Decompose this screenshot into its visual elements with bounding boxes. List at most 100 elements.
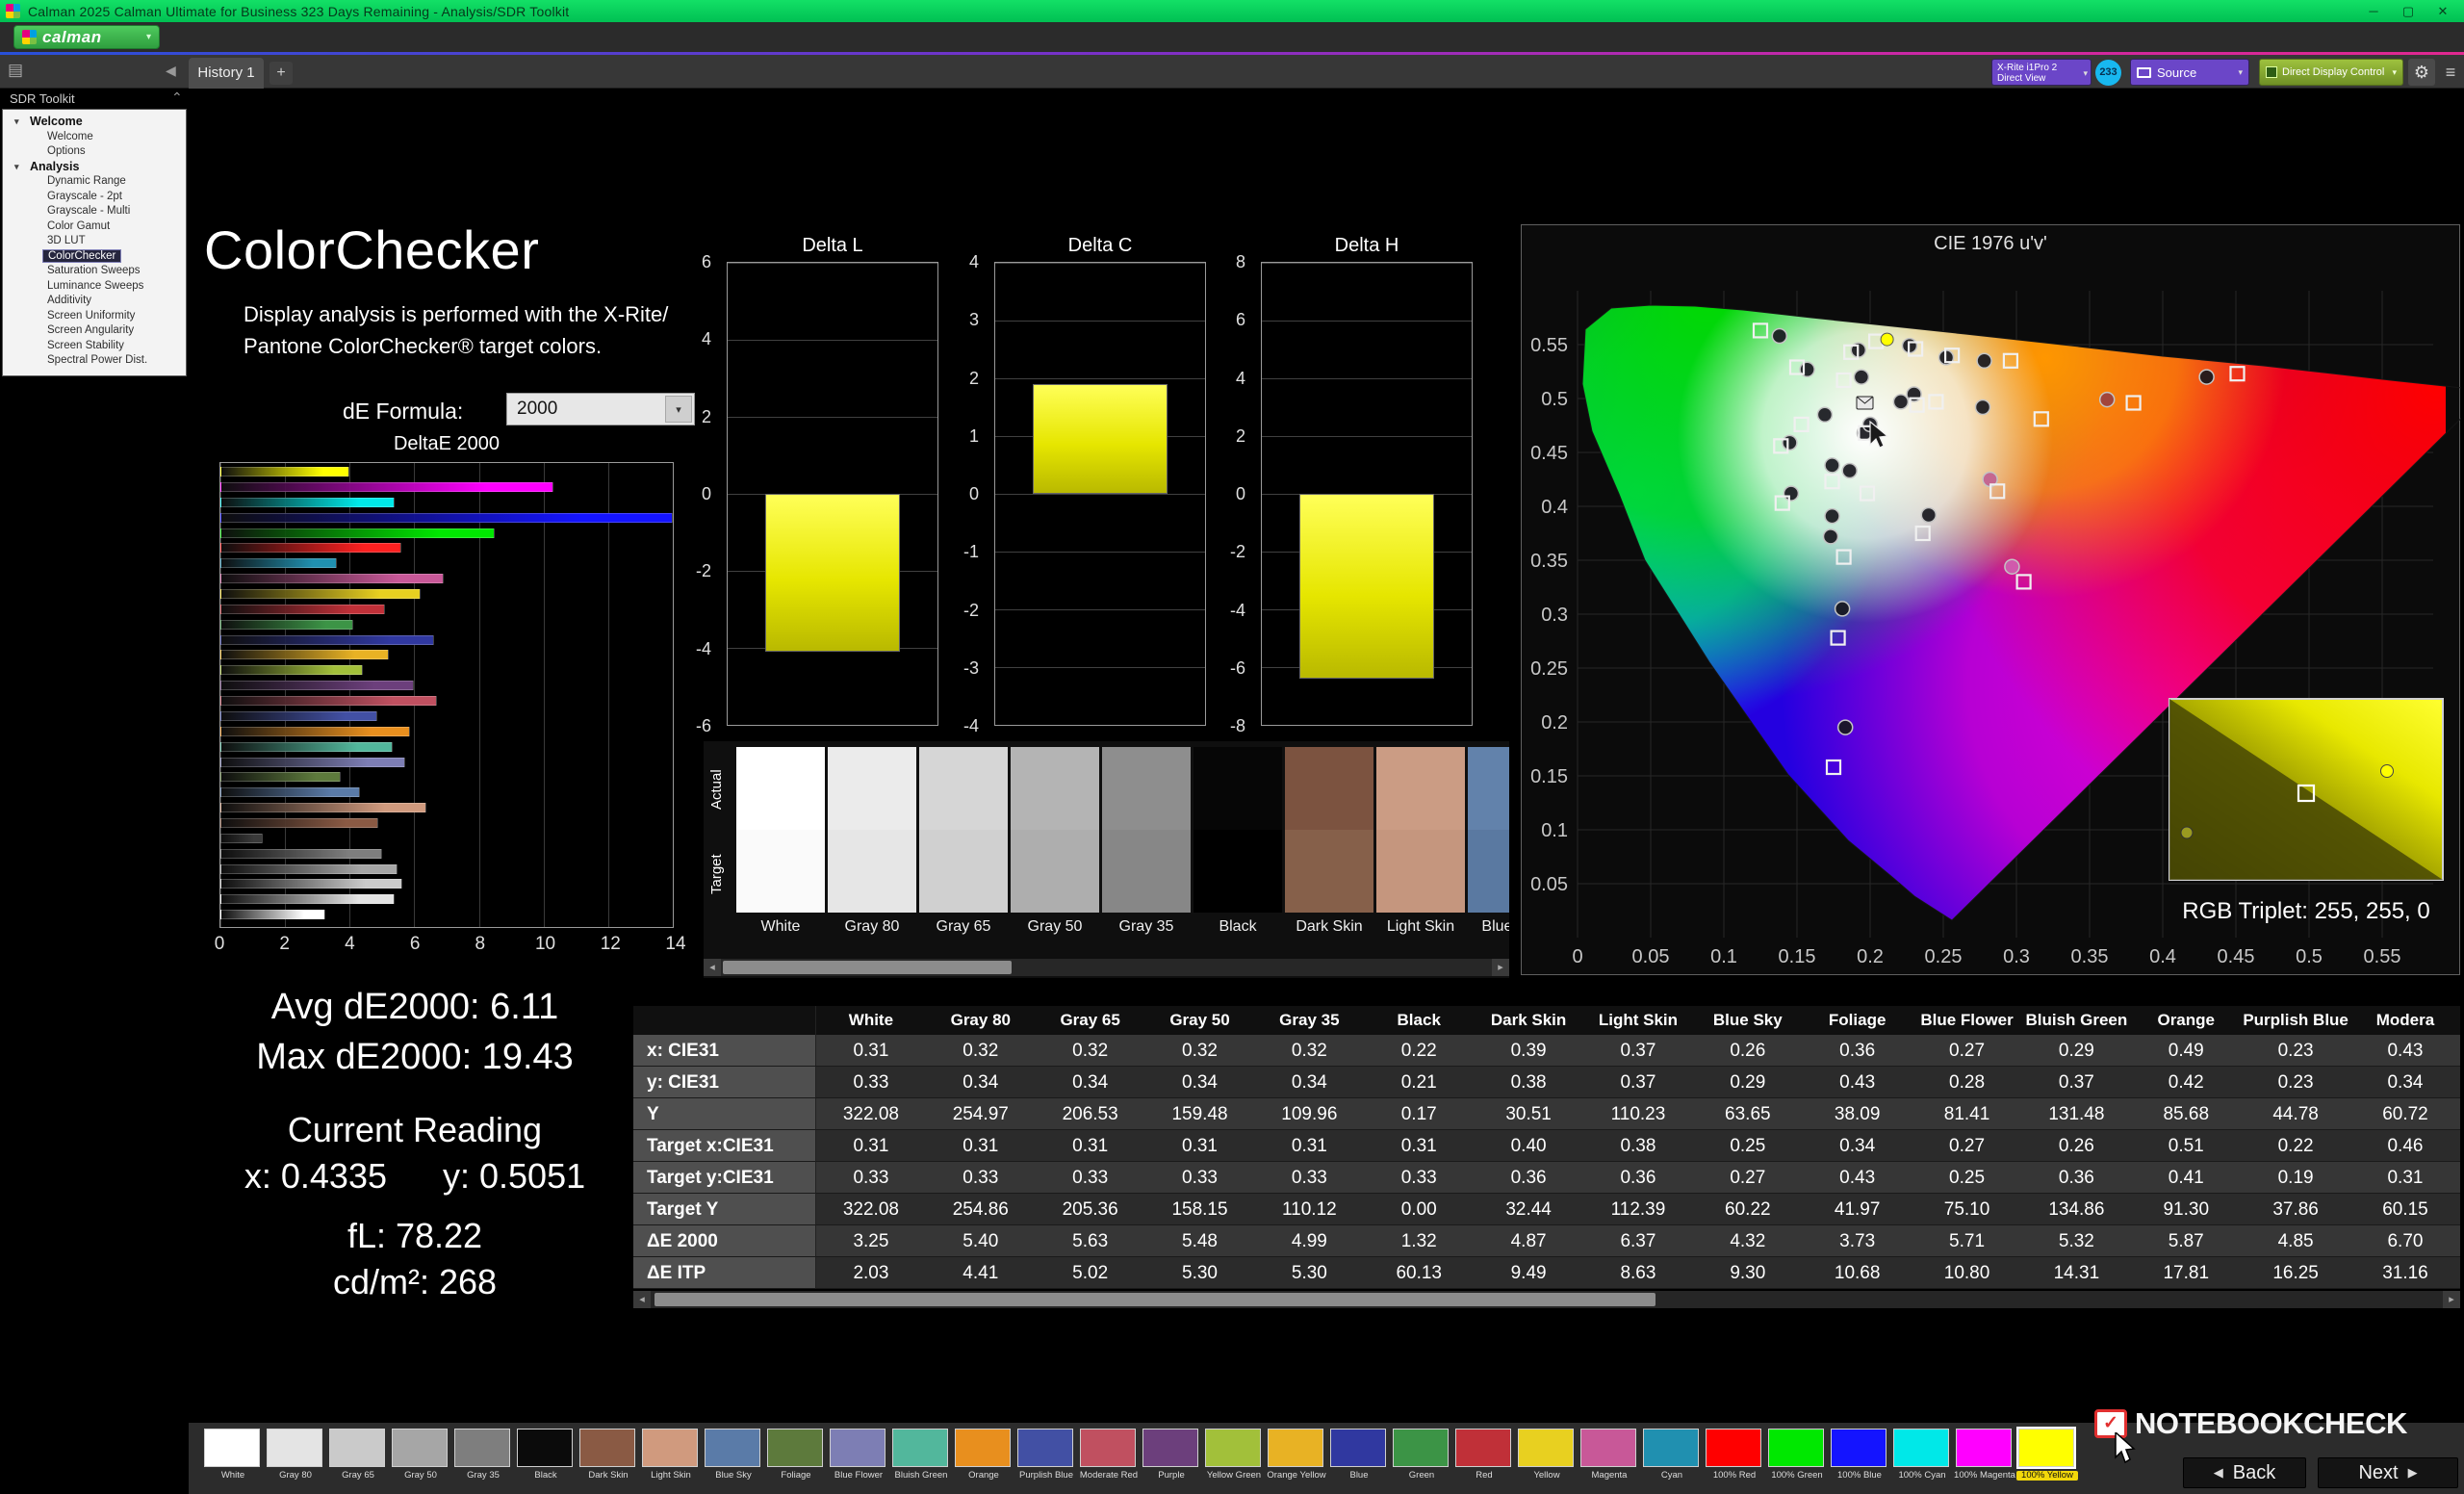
source-button[interactable]: Source ▾ [2130,59,2249,86]
patch-swatch [1205,1429,1261,1467]
add-tab-button[interactable]: + [270,62,293,85]
patch-button-yellow[interactable]: Yellow [1516,1427,1578,1492]
table-cell: 0.33 [816,1162,926,1194]
patch-button-cyan[interactable]: Cyan [1641,1427,1703,1492]
patch-button-gray-50[interactable]: Gray 50 [390,1427,451,1492]
calman-menu-button[interactable]: calman ▾ [13,25,160,49]
minimize-button[interactable]: ─ [2356,0,2391,22]
table-scrollbar[interactable]: ◂▸ [633,1291,2460,1308]
patch-button-100-magenta[interactable]: 100% Magenta [1954,1427,2015,1492]
scroll-right-arrow[interactable]: ▸ [2443,1291,2460,1308]
sidebar-item-label: Screen Stability [47,340,124,351]
patch-button-orange-yellow[interactable]: Orange Yellow [1266,1427,1327,1492]
sidebar-item-welcome[interactable]: ▾Welcome [3,115,186,130]
sidebar-item-spectral-power-dist-[interactable]: Spectral Power Dist. [3,353,186,369]
patch-button-purple[interactable]: Purple [1141,1427,1202,1492]
patch-button-bluish-green[interactable]: Bluish Green [890,1427,952,1492]
table-cell: 0.22 [2241,1130,2350,1162]
patch-button-light-skin[interactable]: Light Skin [640,1427,702,1492]
patch-button-white[interactable]: White [202,1427,264,1492]
patch-button-yellow-green[interactable]: Yellow Green [1203,1427,1265,1492]
patch-button-gray-35[interactable]: Gray 35 [452,1427,514,1492]
scroll-left-arrow[interactable]: ◂ [704,959,721,976]
sidebar-item-screen-stability[interactable]: Screen Stability [3,339,186,354]
patch-button-blue[interactable]: Blue [1328,1427,1390,1492]
sidebar-item-options[interactable]: Options [3,144,186,160]
table-cell: 0.32 [926,1035,1036,1067]
scroll-thumb[interactable] [723,961,1012,974]
sidebar-item-screen-uniformity[interactable]: Screen Uniformity [3,309,186,324]
patch-button-red[interactable]: Red [1453,1427,1515,1492]
sidebar-item-additivity[interactable]: Additivity [3,294,186,309]
table-cell: 0.00 [1364,1194,1474,1225]
swatch-scrollbar[interactable]: ◂▸ [704,959,1509,976]
measured-point [1921,508,1936,523]
table-cell: 0.28 [1912,1067,2022,1098]
patch-button-gray-80[interactable]: Gray 80 [265,1427,326,1492]
next-button[interactable]: Next ▶ [2318,1457,2458,1488]
patch-button-black[interactable]: Black [515,1427,577,1492]
patch-button-100-red[interactable]: 100% Red [1704,1427,1765,1492]
sidebar-item-3d-lut[interactable]: 3D LUT [3,234,186,249]
panel-toggle-icon[interactable]: ▤ [8,61,23,80]
menu-icon[interactable]: ≡ [2439,59,2462,86]
sidebar-item-screen-angularity[interactable]: Screen Angularity [3,323,186,339]
sidebar-item-dynamic-range[interactable]: Dynamic Range [3,174,186,190]
patch-button-100-green[interactable]: 100% Green [1766,1427,1828,1492]
table-cell: 5.71 [1912,1225,2022,1257]
patch-button-moderate-red[interactable]: Moderate Red [1078,1427,1140,1492]
scroll-right-arrow[interactable]: ▸ [1492,959,1509,976]
sidebar-item-grayscale-2pt[interactable]: Grayscale - 2pt [3,190,186,205]
patch-button-green[interactable]: Green [1391,1427,1452,1492]
patch-swatch [705,1429,760,1467]
sidebar-item-saturation-sweeps[interactable]: Saturation Sweeps [3,264,186,279]
tab-history-1[interactable]: History 1 [189,58,264,89]
table-cell: 6.37 [1583,1225,1693,1257]
table-cell: 17.81 [2131,1257,2241,1289]
patch-button-blue-sky[interactable]: Blue Sky [703,1427,764,1492]
sidebar-item-color-gamut[interactable]: Color Gamut [3,219,186,235]
patch-button-foliage[interactable]: Foliage [765,1427,827,1492]
column-header-purplish-blue: Purplish Blue [2241,1006,2350,1035]
patch-button-100-cyan[interactable]: 100% Cyan [1891,1427,1953,1492]
tree-caret-icon[interactable]: ▾ [14,160,19,175]
patch-button-blue-flower[interactable]: Blue Flower [828,1427,889,1492]
de-formula-dropdown[interactable]: 2000 ▾ [506,393,695,425]
sidebar-item-welcome[interactable]: Welcome [3,130,186,145]
scroll-thumb[interactable] [654,1293,1656,1306]
sidebar-item-analysis[interactable]: ▾Analysis [3,160,186,175]
patch-button-100-yellow[interactable]: 100% Yellow [2016,1427,2078,1492]
maximize-button[interactable]: ▢ [2391,0,2426,22]
close-button[interactable]: ✕ [2426,0,2460,22]
sidebar-item-colorchecker[interactable]: ColorChecker [3,249,186,265]
sidebar-collapse-icon[interactable]: ◀ [166,63,176,79]
patch-button-orange[interactable]: Orange [953,1427,1014,1492]
patch-button-magenta[interactable]: Magenta [1578,1427,1640,1492]
patch-button-100-blue[interactable]: 100% Blue [1829,1427,1890,1492]
tree-caret-icon[interactable]: ▾ [14,115,19,130]
patch-swatch [1455,1429,1511,1467]
direct-display-control-button[interactable]: Direct Display Control ▾ [2259,59,2403,86]
x-axis-tick-label: 0.1 [1710,946,1737,967]
back-button[interactable]: ◀ Back [2183,1457,2306,1488]
scroll-left-arrow[interactable]: ◂ [633,1291,651,1308]
meter-button[interactable]: X-Rite i1Pro 2 Direct View ▾ [1991,59,2092,86]
patch-button-gray-65[interactable]: Gray 65 [327,1427,389,1492]
settings-gear-icon[interactable]: ⚙ [2408,59,2435,86]
x-axis-tick-label: 0.2 [1857,946,1884,967]
sidebar-item-grayscale-multi[interactable]: Grayscale - Multi [3,204,186,219]
gridline [608,463,609,927]
x-axis-tick-label: 0 [215,934,225,955]
reading-count-badge[interactable]: 233 [2095,60,2121,86]
patch-swatch [1268,1429,1323,1467]
delta-c-title: Delta C [994,235,1206,257]
sidebar-collapse-up-icon[interactable]: ⌃ [171,90,183,106]
x-axis-tick-label: 0.3 [2003,946,2030,967]
table-cell: 0.17 [1364,1098,1474,1130]
delta-l-plot [727,262,938,726]
patch-button-dark-skin[interactable]: Dark Skin [578,1427,639,1492]
patch-button-purplish-blue[interactable]: Purplish Blue [1015,1427,1077,1492]
sidebar-item-label: Saturation Sweeps [47,265,141,276]
sidebar-item-luminance-sweeps[interactable]: Luminance Sweeps [3,279,186,295]
display-control-label: Direct Display Control [2282,66,2384,78]
